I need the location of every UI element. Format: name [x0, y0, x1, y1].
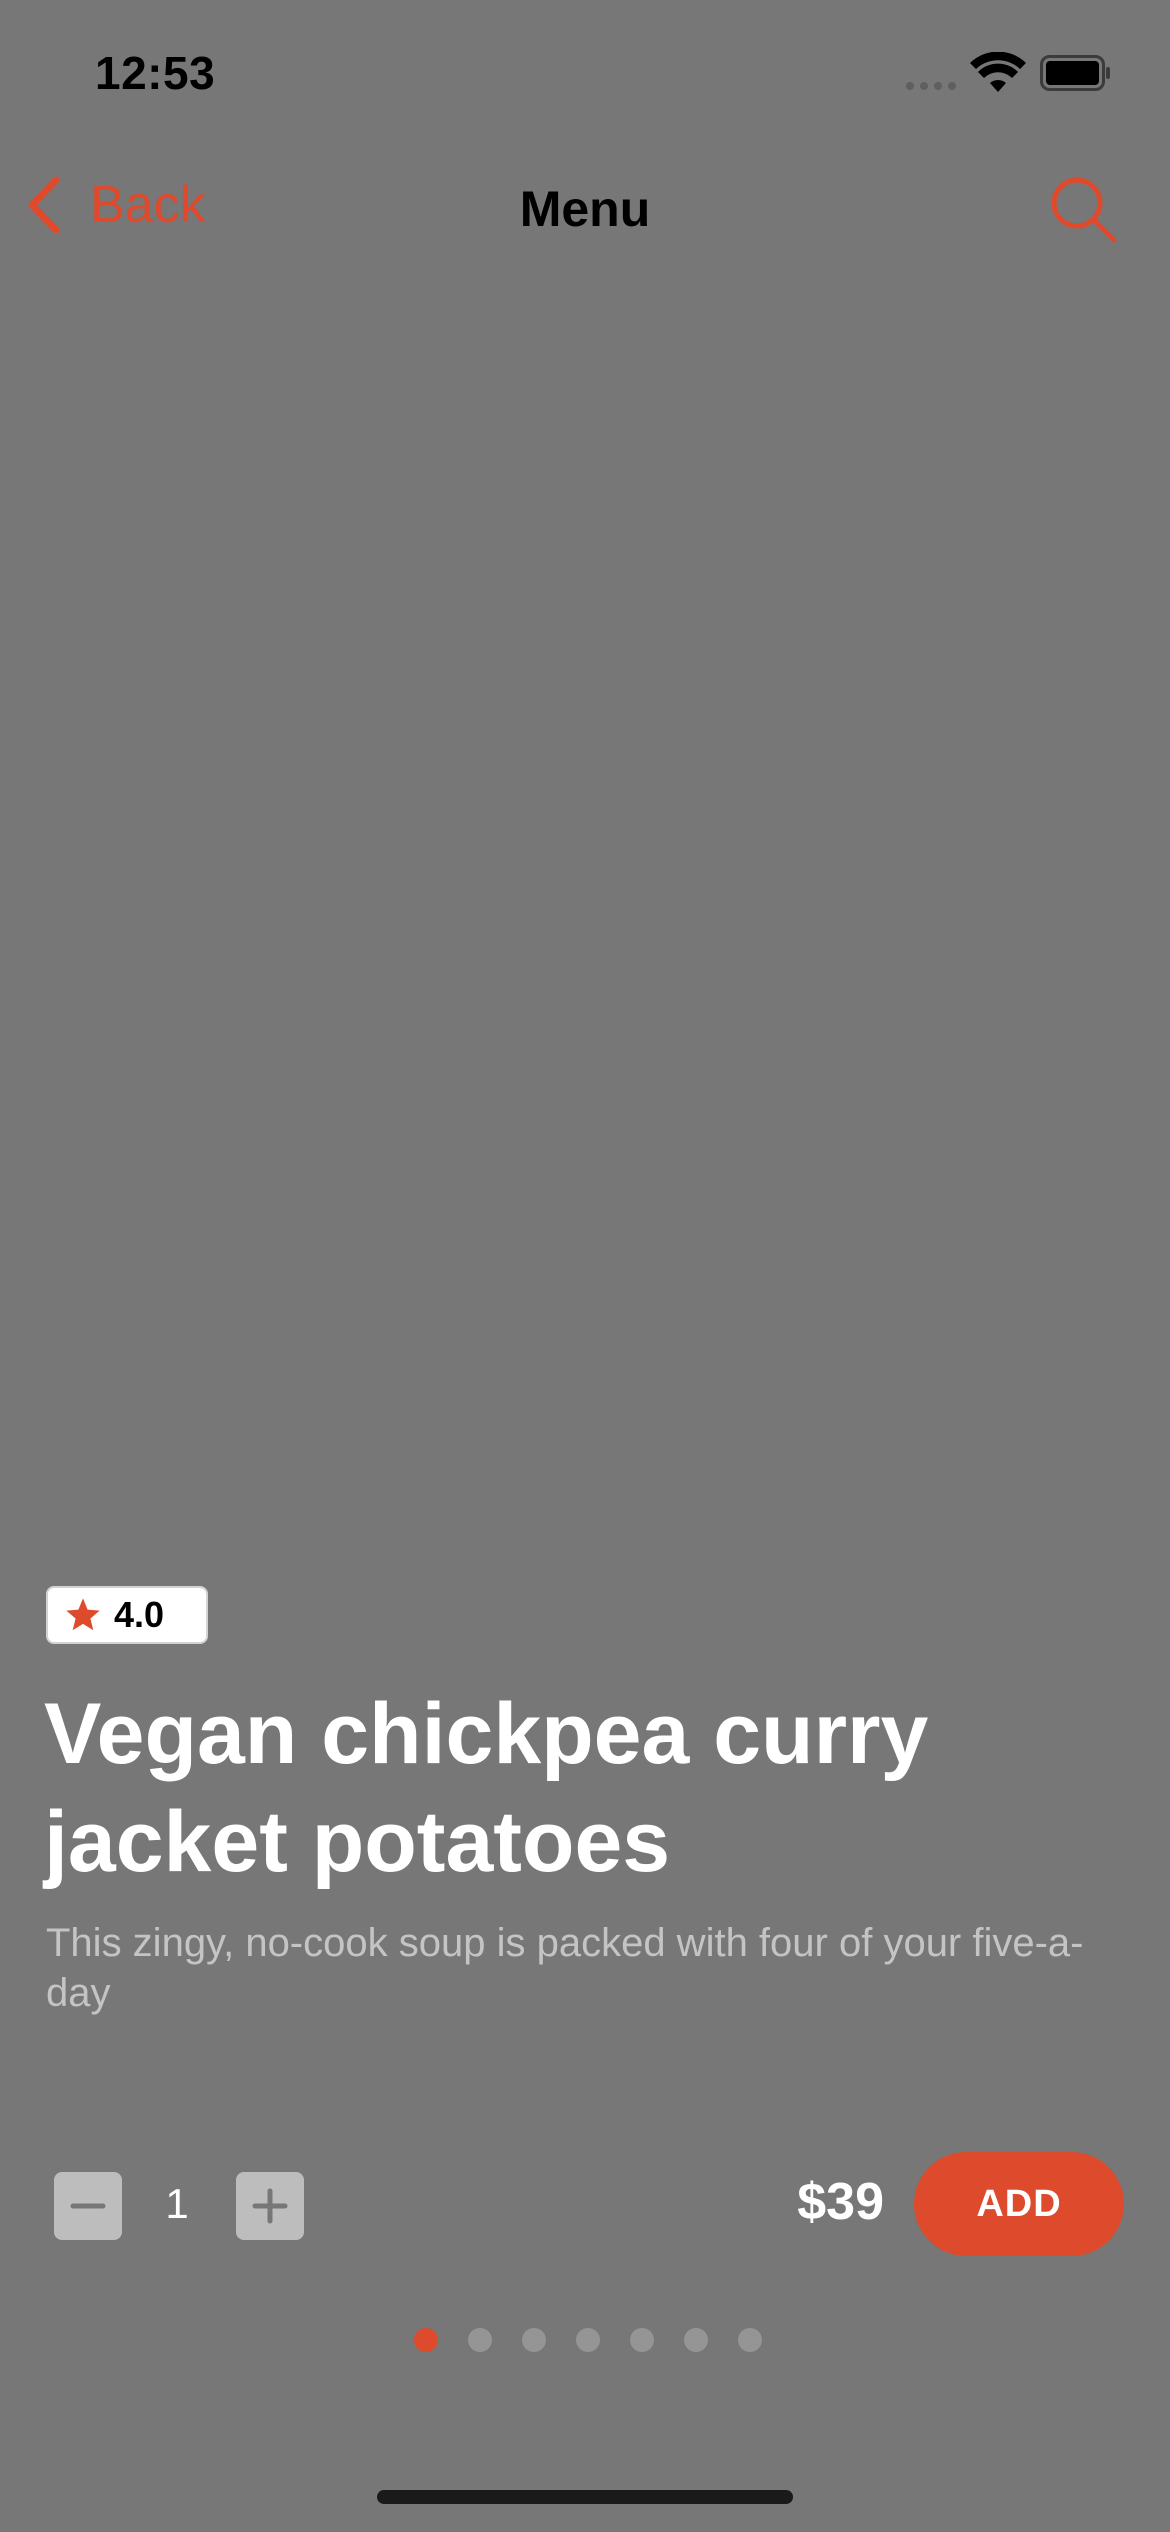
- page-dot[interactable]: [630, 2328, 654, 2352]
- plus-icon: [252, 2188, 288, 2224]
- price: $39: [797, 2173, 884, 2231]
- page-dot[interactable]: [738, 2328, 762, 2352]
- search-icon[interactable]: [1048, 174, 1118, 244]
- page-dot[interactable]: [684, 2328, 708, 2352]
- dish-description: This zingy, no-cook soup is packed with …: [46, 1921, 1084, 2015]
- cellular-signal-icon: [906, 82, 956, 90]
- dish-title: Vegan chickpea curry jacket potatoes: [44, 1686, 929, 1890]
- increase-quantity-button[interactable]: [236, 2172, 304, 2240]
- page-title: Menu: [519, 181, 651, 237]
- menu-detail-screen: 12:53 Back Menu 4.0 Vegan chickpea curry…: [0, 0, 1170, 2532]
- battery-icon: [1040, 55, 1110, 91]
- page-dot[interactable]: [522, 2328, 546, 2352]
- decrease-quantity-button[interactable]: [54, 2172, 122, 2240]
- wifi-icon: [970, 52, 1026, 92]
- star-icon: [66, 1598, 100, 1631]
- rating-badge: 4.0: [46, 1586, 208, 1644]
- page-dot[interactable]: [468, 2328, 492, 2352]
- add-to-cart-button[interactable]: ADD: [914, 2152, 1124, 2256]
- status-time: 12:53: [95, 47, 216, 99]
- page-dot[interactable]: [414, 2328, 438, 2352]
- home-indicator[interactable]: [377, 2490, 793, 2504]
- rating-value: 4.0: [114, 1594, 165, 1635]
- minus-icon: [70, 2203, 106, 2209]
- page-indicator: [414, 2328, 762, 2352]
- page-dot[interactable]: [576, 2328, 600, 2352]
- quantity-value: 1: [165, 2180, 189, 2227]
